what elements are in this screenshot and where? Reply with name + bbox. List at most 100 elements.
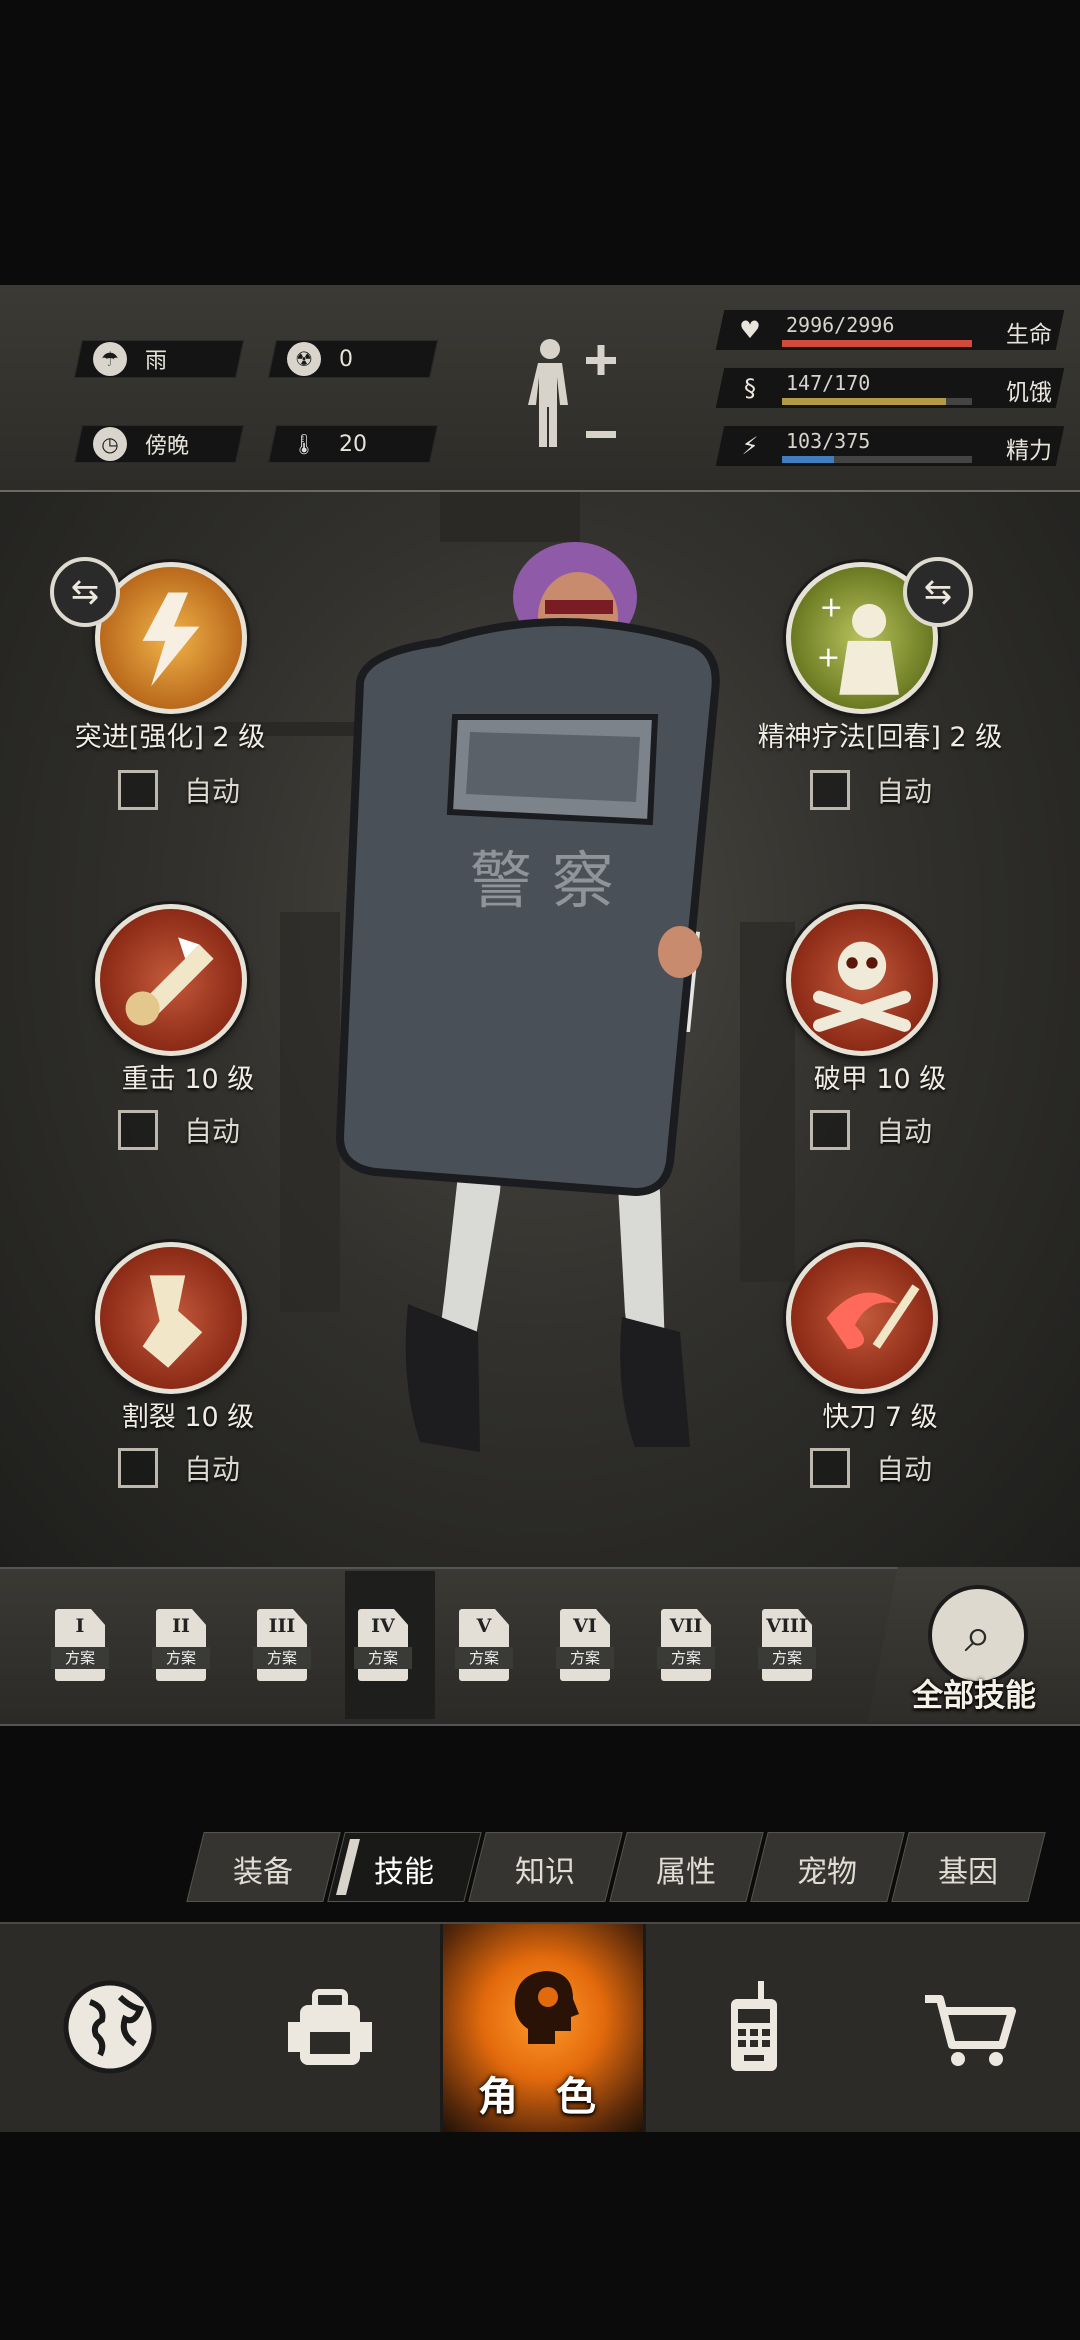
skill-heavy-strike-label: 重击 10 级: [121, 1064, 255, 1095]
auto-checkbox[interactable]: [118, 770, 158, 810]
health-name: 生命: [1006, 322, 1052, 348]
subtab-label: 属性: [656, 1855, 717, 1890]
head-profile-icon: [488, 1954, 598, 2064]
subtab-1[interactable]: 技能: [327, 1832, 482, 1902]
energy-bar: [782, 456, 835, 463]
skill-heavy-strike-auto[interactable]: 自动: [118, 1110, 240, 1150]
plan-sub-label: 方案: [657, 1647, 715, 1669]
hunger-value: 147/170: [786, 371, 871, 395]
auto-checkbox[interactable]: [810, 1448, 850, 1488]
auto-checkbox[interactable]: [118, 1448, 158, 1488]
skill-quick-blade-auto[interactable]: 自动: [810, 1448, 932, 1488]
subtab-4[interactable]: 宠物: [750, 1832, 905, 1902]
nav-role[interactable]: 角 色: [443, 1924, 643, 2132]
auto-label: 自动: [184, 1115, 241, 1148]
auto-checkbox[interactable]: [810, 1110, 850, 1150]
radiation-box: ☢ 0: [267, 340, 439, 378]
plan-sub-label: 方案: [455, 1647, 513, 1669]
bottom-nav: 角 色: [0, 1922, 1080, 2132]
nav-world[interactable]: [0, 1924, 220, 2132]
character-scene: 警 察 ⇆ 突进[强化] 2 级 自动 + + ⇆ 精神疗法[回春] 2 级 自动…: [0, 492, 1080, 1567]
plan-sub-label: 方案: [354, 1647, 412, 1669]
clock-icon: ◷: [93, 427, 127, 461]
skill-mental-therapy-auto[interactable]: 自动: [810, 770, 932, 810]
auto-checkbox[interactable]: [810, 770, 850, 810]
auto-label: 自动: [184, 1453, 241, 1486]
auto-checkbox[interactable]: [118, 1110, 158, 1150]
quick-blade-skill-icon[interactable]: [786, 1242, 938, 1394]
svg-text:+: +: [819, 591, 843, 624]
subtab-label: 宠物: [797, 1855, 858, 1890]
rend-skill-icon[interactable]: [95, 1242, 247, 1394]
subtab-label: 技能: [374, 1855, 435, 1890]
nav-role-label: 角 色: [478, 2074, 608, 2120]
temperature-box: 🌡 20: [267, 425, 439, 463]
plan-8-button[interactable]: VIII 方案: [754, 1609, 820, 1687]
hunger-name: 饥饿: [1006, 380, 1052, 406]
rain-cloud-icon: ☂: [93, 342, 127, 376]
radiation-icon: ☢: [287, 342, 321, 376]
plan-sub-label: 方案: [253, 1647, 311, 1669]
nav-backpack[interactable]: [220, 1924, 440, 2132]
body-status-button[interactable]: [520, 335, 630, 465]
plan-5-button[interactable]: V 方案: [451, 1609, 517, 1687]
plan-sub-label: 方案: [51, 1647, 109, 1669]
subtab-label: 知识: [515, 1855, 576, 1890]
hunger-stat: § 147/170 饥饿: [715, 368, 1065, 408]
health-bar: [782, 340, 972, 347]
skill-rend-auto[interactable]: 自动: [118, 1448, 240, 1488]
plan-1-button[interactable]: I 方案: [47, 1609, 113, 1687]
plan-sub-label: 方案: [152, 1647, 210, 1669]
shopping-cart-icon: [915, 1972, 1025, 2082]
energy-value: 103/375: [786, 429, 871, 453]
plan-sub-label: 方案: [758, 1647, 816, 1669]
subtab-0[interactable]: 装备: [186, 1832, 341, 1902]
subtab-3[interactable]: 属性: [609, 1832, 764, 1902]
plan-6-button[interactable]: VI 方案: [552, 1609, 618, 1687]
shield-text: 警 察: [470, 844, 614, 917]
nav-radio[interactable]: [645, 1924, 860, 2132]
plan-number: VII: [669, 1615, 703, 1637]
skill-mental-therapy-label: 精神疗法[回春] 2 级: [757, 722, 1003, 753]
skill-dash-label: 突进[强化] 2 级: [74, 722, 266, 753]
time-box: ◷ 傍晚: [73, 425, 245, 463]
subtab-5[interactable]: 基因: [891, 1832, 1046, 1902]
heavy-strike-skill-icon[interactable]: [95, 904, 247, 1056]
backpack-icon: [275, 1972, 385, 2082]
skill-dash-auto[interactable]: 自动: [118, 770, 240, 810]
head-energy-icon: ⚡: [741, 432, 759, 460]
energy-stat: ⚡ 103/375 精力: [715, 426, 1065, 466]
skill-armor-break-label: 破甲 10 级: [813, 1064, 947, 1095]
skill-armor-break-auto[interactable]: 自动: [810, 1110, 932, 1150]
auto-label: 自动: [876, 1115, 933, 1148]
plan-3-button[interactable]: III 方案: [249, 1609, 315, 1687]
plan-number: III: [268, 1615, 296, 1637]
plan-4-button[interactable]: IV 方案: [350, 1609, 416, 1687]
all-skills-label: 全部技能: [912, 1678, 1036, 1714]
swap-icon[interactable]: ⇆: [903, 557, 973, 627]
plan-number: VI: [573, 1615, 597, 1637]
nav-shop[interactable]: [860, 1924, 1080, 2132]
plan-number: II: [172, 1615, 190, 1637]
swap-icon[interactable]: ⇆: [50, 557, 120, 627]
energy-name: 精力: [1006, 438, 1052, 464]
skill-quick-blade-label: 快刀 7 级: [822, 1402, 938, 1433]
skill-rend-label: 割裂 10 级: [121, 1402, 255, 1433]
plan-7-button[interactable]: VII 方案: [653, 1609, 719, 1687]
subtab-2[interactable]: 知识: [468, 1832, 623, 1902]
plan-number: IV: [371, 1615, 395, 1637]
svg-text:+: +: [817, 640, 841, 673]
thermometer-icon: 🌡: [291, 432, 317, 456]
health-value: 2996/2996: [786, 313, 895, 337]
globe-icon: [55, 1972, 165, 2082]
subtab-label: 装备: [233, 1855, 294, 1890]
temperature-value: 20: [339, 431, 367, 457]
armor-break-skill-icon[interactable]: [786, 904, 938, 1056]
plan-number: I: [75, 1615, 85, 1637]
all-skills-button[interactable]: ⌕ 全部技能: [868, 1567, 1080, 1722]
plan-sub-label: 方案: [556, 1647, 614, 1669]
plan-number: V: [476, 1615, 492, 1637]
weather-label: 雨: [145, 349, 168, 374]
heart-icon: ♥: [739, 316, 761, 344]
plan-2-button[interactable]: II 方案: [148, 1609, 214, 1687]
